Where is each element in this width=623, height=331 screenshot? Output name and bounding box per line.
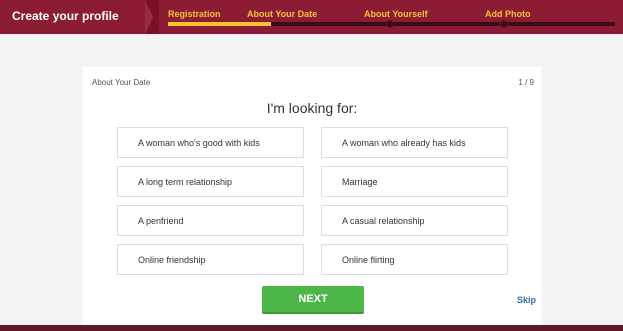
option-marriage[interactable]: Marriage <box>321 166 508 197</box>
next-button[interactable]: NEXT <box>262 286 364 314</box>
profile-question-card: About Your Date 1 / 9 I'm looking for: A… <box>83 67 541 325</box>
option-penfriend[interactable]: A penfriend <box>117 205 304 236</box>
option-woman-has-kids[interactable]: A woman who already has kids <box>321 127 508 158</box>
progress-bar <box>168 20 615 28</box>
question-heading: I'm looking for: <box>266 100 358 116</box>
step-about-yourself: About Yourself <box>364 9 428 19</box>
header-divider <box>145 0 159 34</box>
bottom-bar <box>0 325 623 331</box>
option-online-friendship[interactable]: Online friendship <box>117 244 304 275</box>
progress-step-marker <box>500 20 508 28</box>
step-add-photo: Add Photo <box>485 9 531 19</box>
header: Create your profile Registration About Y… <box>0 0 623 34</box>
page-title: Create your profile <box>12 9 119 23</box>
step-counter: 1 / 9 <box>518 78 534 87</box>
skip-link[interactable]: Skip <box>517 295 536 305</box>
progress-fill <box>168 22 271 26</box>
progress-step-marker <box>386 20 394 28</box>
option-woman-good-with-kids[interactable]: A woman who's good with kids <box>117 127 304 158</box>
option-long-term-relationship[interactable]: A long term relationship <box>117 166 304 197</box>
step-registration: Registration <box>168 9 221 19</box>
step-about-your-date: About Your Date <box>247 9 318 19</box>
option-casual-relationship[interactable]: A casual relationship <box>321 205 508 236</box>
option-online-flirting[interactable]: Online flirting <box>321 244 508 275</box>
section-label: About Your Date <box>92 78 151 87</box>
